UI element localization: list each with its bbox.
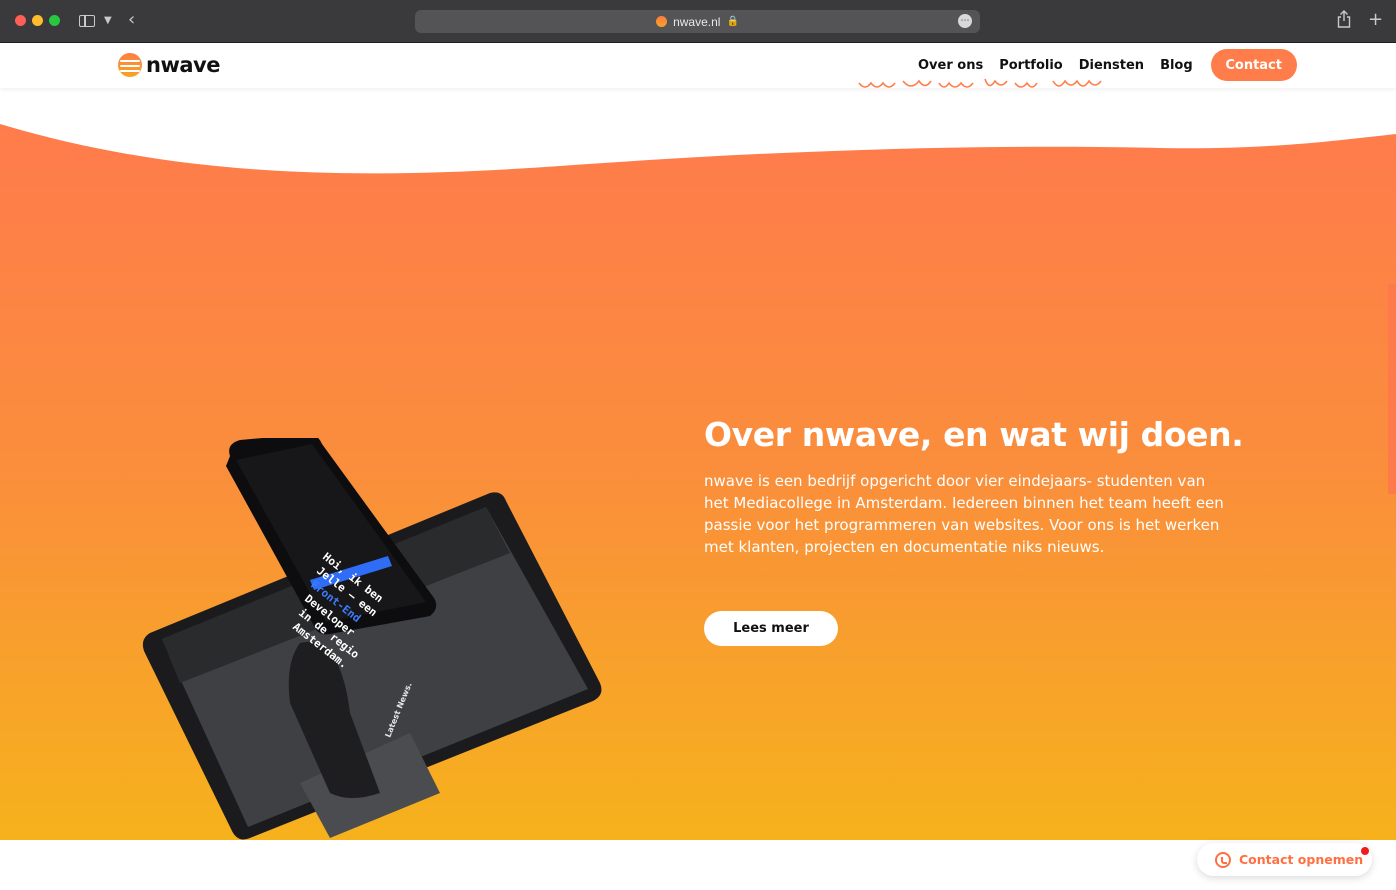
- hero-title: Over nwave, en wat wij doen.: [704, 415, 1244, 454]
- logo-icon: [118, 53, 142, 77]
- more-options-icon[interactable]: ⋯: [958, 14, 972, 28]
- url-text: nwave.nl: [673, 14, 721, 29]
- chevron-down-icon[interactable]: ▼: [104, 10, 112, 32]
- browser-toolbar: ▼ ‹ nwave.nl 🔒 ⋯ +: [0, 0, 1396, 43]
- nav-link-portfolio[interactable]: Portfolio: [999, 58, 1063, 73]
- lock-icon: 🔒: [726, 16, 739, 27]
- contact-opnemen-label: Contact opnemen: [1239, 852, 1364, 867]
- nav-link-diensten[interactable]: Diensten: [1079, 58, 1144, 73]
- logo[interactable]: nwave: [118, 53, 220, 77]
- address-bar[interactable]: nwave.nl 🔒 ⋯: [415, 10, 980, 33]
- minimize-window-button[interactable]: [32, 15, 43, 26]
- contact-button[interactable]: Contact: [1210, 49, 1297, 81]
- notification-dot: [1361, 847, 1369, 855]
- hero-description: nwave is een bedrijf opgericht door vier…: [704, 472, 1224, 556]
- sidebar-toggle-icon[interactable]: [79, 15, 95, 27]
- logo-text: nwave: [146, 53, 220, 77]
- whatsapp-icon: [1215, 851, 1231, 868]
- share-icon[interactable]: [1337, 10, 1351, 35]
- site-header: nwave Over ons Portfolio Diensten Blog C…: [0, 43, 1396, 88]
- device-mockup: Hoi, ik ben Jelle — een Front-End Develo…: [142, 438, 602, 840]
- edge-strip: [1388, 284, 1396, 494]
- zoom-window-button[interactable]: [49, 15, 60, 26]
- back-arrow-icon[interactable]: ‹: [128, 9, 135, 31]
- plus-icon[interactable]: +: [1368, 9, 1383, 31]
- close-window-button[interactable]: [15, 15, 26, 26]
- lees-meer-button[interactable]: Lees meer: [704, 611, 838, 646]
- nav-link-over-ons[interactable]: Over ons: [918, 58, 983, 73]
- favicon-icon: [656, 16, 668, 27]
- nav-link-blog[interactable]: Blog: [1160, 58, 1193, 73]
- handwritten-decoration: [857, 75, 1117, 101]
- hero-section: Hoi, ik ben Jelle — een Front-End Develo…: [0, 88, 1396, 840]
- contact-opnemen-button[interactable]: Contact opnemen: [1197, 843, 1372, 876]
